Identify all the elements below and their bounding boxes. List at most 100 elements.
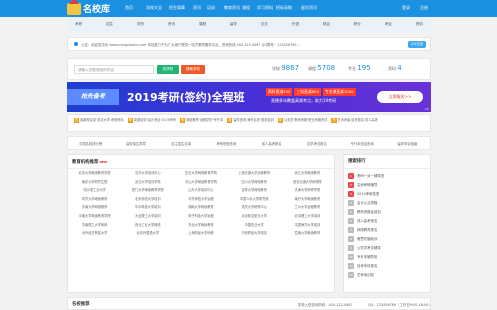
find-school-button[interactable]: 找学校 [157,65,179,74]
school-link[interactable]: 中央财经大学培训 [228,229,281,238]
school-link[interactable]: 重庆大学研修中心 [228,203,281,212]
nav-item-home[interactable]: 首页 [125,5,133,11]
nav-item-courses[interactable]: 课程 [242,5,250,11]
school-link[interactable]: 中国农业大学 [228,221,281,230]
qq-button[interactable]: QQ交流 [407,41,426,48]
school-link[interactable]: 哈尔滨工业大学 [68,186,121,195]
quick-link[interactable]: 考研院校查询 [204,141,249,146]
school-link[interactable]: 南开大学继续教育 [281,195,334,204]
ranking-item[interactable]: 9 公务员考试辅导 [348,243,426,252]
ranking-item[interactable]: 6 成人高考报名 [348,216,426,225]
school-link[interactable]: 东南大学网络教育 [68,203,121,212]
nav-item-abroad[interactable]: 留学资讯 [301,5,317,11]
nav-item-edu-news[interactable]: 教育资讯 [224,5,240,11]
ranking-item[interactable]: 2 名师考研辅导 [348,180,426,189]
subnav-item[interactable]: 课程 [199,22,206,27]
school-link[interactable]: 北京外国语大学 [121,229,174,238]
tag-item[interactable]: 热网络教育·远程学历·专升本 [179,118,223,123]
login-link[interactable]: 登录 [402,5,410,11]
school-link[interactable]: 北京理工大学培训 [281,212,334,221]
school-link[interactable]: 中国人民大学研究院 [228,195,281,204]
subnav-item[interactable]: 财会 [323,22,330,27]
school-link[interactable]: 上海交通大学远程教育 [228,169,281,178]
enroll-button[interactable]: 立即报名>> [377,91,423,103]
banner-title: 2019考研(签约)全程班 [127,91,245,104]
quick-link[interactable]: 成人高考报名 [249,141,294,146]
quick-link[interactable]: 留学申请指南 [385,141,430,146]
school-link[interactable]: 清华大学培训中心 [121,169,174,178]
tag-item[interactable]: 热艺术考级·自考报名·成人高考 [331,118,378,123]
quick-link[interactable]: 专升本信息查询 [340,141,385,146]
tag-item[interactable]: 新留学咨询·海外名校·语言培训 [227,118,274,123]
ranking-item[interactable]: 4 会计从业资格 [348,198,426,207]
school-link[interactable]: 天津大学研修学院 [281,186,334,195]
subnav-item[interactable]: 考证 [385,22,392,27]
school-link[interactable]: 同济大学继续教育 [68,195,121,204]
school-link[interactable]: 南京大学研究生院 [68,178,121,187]
nav-item-admission[interactable]: 招生简章 [169,5,185,11]
subnav-item[interactable]: 职业 [354,22,361,27]
ad-banner[interactable]: 抢先备考 2019考研(签约)全程班 两科直减400 三科直减800 专业课直减… [67,82,431,112]
school-link[interactable]: 中国海洋大学培训 [281,221,334,230]
school-link[interactable]: 西北工业大学网络 [121,221,174,230]
nav-item-schools[interactable]: 学校大全 [146,5,162,11]
nav-item-materials[interactable]: 学习资料 [257,5,273,11]
search-input[interactable]: 请输入您要搜索的内容 [74,65,154,74]
quick-link[interactable]: 中国名校排行榜 [68,141,113,146]
school-link[interactable]: 浙江大学继续教育 [281,169,334,178]
site-logo[interactable]: 名校库 [67,0,110,15]
school-link[interactable]: 湖南大学继续教育 [174,203,227,212]
subnav-item[interactable]: 留学 [230,22,237,27]
school-link[interactable]: 大连理工大学培训 [121,212,174,221]
school-link[interactable]: 中南大学继续教育学院 [68,212,121,221]
ranking-item[interactable]: 7 网络教育报名 [348,225,426,234]
ranking-item[interactable]: 5 教师资格证培训 [348,207,426,216]
tag-item[interactable]: 荐公务员·教师资格·职业资格考试 [277,118,327,123]
school-link[interactable]: 华南理工大学研修 [68,221,121,230]
school-link[interactable]: 复旦大学网络教育学院 [174,169,227,178]
school-link[interactable]: 厦门大学继续教育学院 [121,186,174,195]
subnav-item[interactable]: 外语 [292,22,299,27]
tag-item[interactable]: 热最新校友录·重点大学·考研资料 [74,118,124,123]
quick-link[interactable]: 自学考试报名 [294,141,339,146]
subnav-item[interactable]: 资料 [416,22,423,27]
school-link[interactable]: 北京师范大学培训 [121,195,174,204]
ranking-item[interactable]: 3 2019考研英语 [348,189,426,198]
subnav-item[interactable]: 考研 [75,22,82,27]
school-link[interactable]: 暨南大学继续教育 [281,229,334,238]
school-link[interactable]: 上海财经大学研修 [174,229,227,238]
subnav-item[interactable]: 论文 [261,22,268,27]
school-link[interactable]: 西安交通大学研修院 [281,178,334,187]
school-link[interactable]: 四川大学网络教育 [228,178,281,187]
school-link[interactable]: 山东大学培训中心 [174,186,227,195]
school-link[interactable]: 电子科技大学远程 [174,212,227,221]
search-school-button[interactable]: 搜索学校 [181,65,205,74]
school-link[interactable]: 兰州大学远程教育 [281,203,334,212]
quick-link[interactable]: 自主招生名单 [159,141,204,146]
ad-label: AD [424,107,429,111]
register-link[interactable]: 注册 [420,5,428,11]
quick-link[interactable]: 高校招生简章 [113,141,158,146]
nav-item-news[interactable]: 资讯 [193,5,201,11]
ranking-item[interactable]: 12 艺考培训班 [348,270,426,279]
school-link[interactable]: 北京大学继续教育学院 [68,169,121,178]
tag-item[interactable]: 荐英语培训·会计考证·2019考研 [127,118,176,123]
subnav-item[interactable]: 学历 [137,22,144,27]
school-link[interactable]: 中山大学继续教育学院 [174,178,227,187]
ranking-item[interactable]: 10 专升本辅导班 [348,252,426,261]
school-link[interactable]: 华中科技大学培训 [121,203,174,212]
ranking-item[interactable]: 1 考研一对一辅导班 [348,171,426,180]
ranking-item[interactable]: 8 雅思托福培训 [348,234,426,243]
nav-item-training[interactable]: 培训 [207,5,215,11]
ranking-item[interactable]: 11 自考本科报名 [348,261,426,270]
school-link[interactable]: 华东师范大学远程 [174,195,227,204]
nav-item-bidding[interactable]: 招标采购 [276,5,292,11]
subnav-item[interactable]: 资讯 [168,22,175,27]
school-link[interactable]: 东北大学继续教育 [174,221,227,230]
school-link[interactable]: 吉林大学网络教育 [228,186,281,195]
school-link[interactable]: 对外经济贸易大学 [68,229,121,238]
sub-nav: 考研 招生 学历 资讯 课程 留学 论文 外语 财会 职业 考证 资料 [67,17,431,31]
subnav-item[interactable]: 招生 [106,22,113,27]
school-link[interactable]: 北京航空航天大学 [228,212,281,221]
school-link[interactable]: 武汉大学培训学院 [121,178,174,187]
